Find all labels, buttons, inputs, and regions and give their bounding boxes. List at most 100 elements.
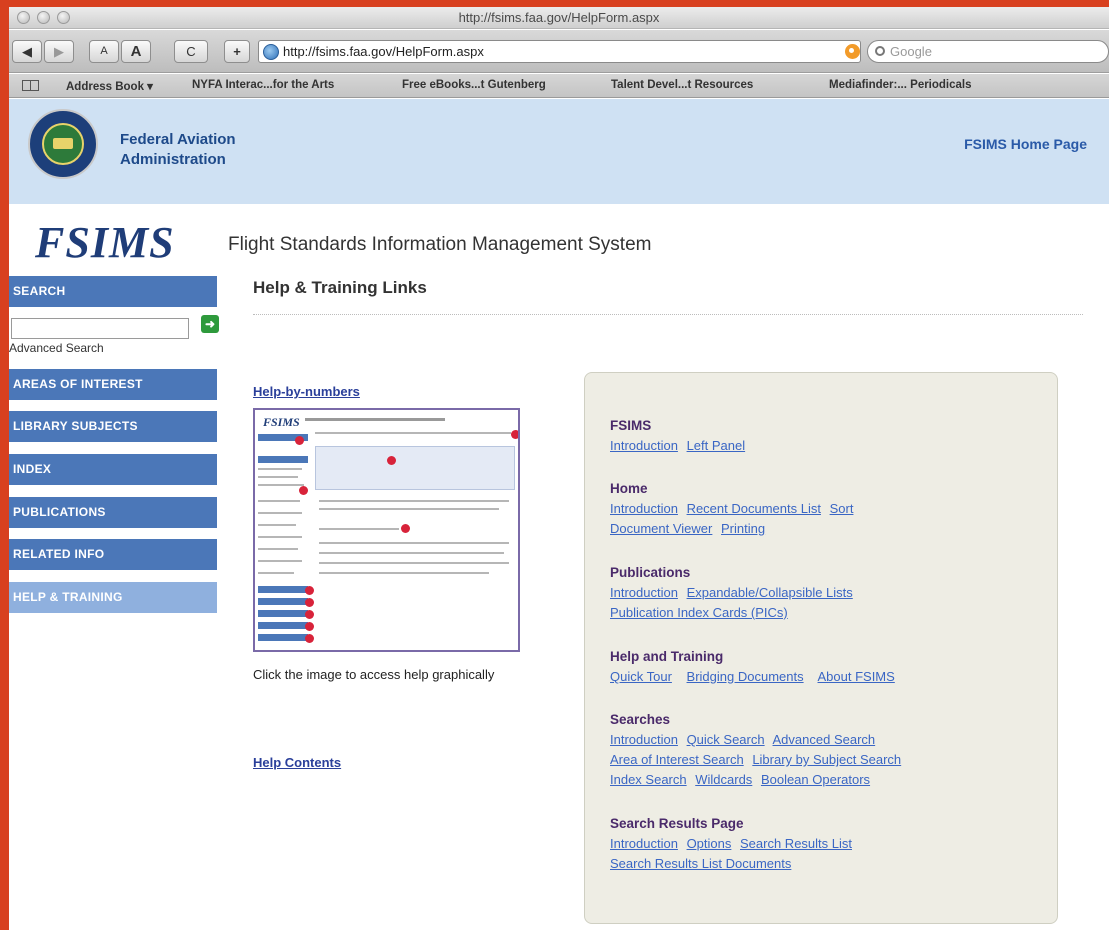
link-row: Area of Interest Search Library by Subje… — [610, 752, 906, 767]
link-row: Quick Tour Bridging Documents About FSIM… — [610, 669, 900, 684]
url-text: http://fsims.faa.gov/HelpForm.aspx — [283, 44, 484, 59]
link-document-viewer[interactable]: Document Viewer — [610, 521, 712, 536]
back-button[interactable]: ◀ — [12, 40, 42, 63]
search-placeholder: Google — [890, 44, 932, 59]
help-links-panel: FSIMS Introduction Left Panel Home Intro… — [584, 372, 1058, 924]
link-about-fsims[interactable]: About FSIMS — [818, 669, 895, 684]
site-title: Flight Standards Information Management … — [228, 234, 652, 255]
link-results-introduction[interactable]: Introduction — [610, 836, 678, 851]
link-index-search[interactable]: Index Search — [610, 772, 687, 787]
link-row: Search Results List Documents — [610, 856, 796, 871]
bookmark-mediafinder[interactable]: Mediafinder:... Periodicals — [829, 79, 972, 91]
link-sort[interactable]: Sort — [830, 501, 854, 516]
link-search-results-list-documents[interactable]: Search Results List Documents — [610, 856, 791, 871]
link-search-results-list[interactable]: Search Results List — [740, 836, 852, 851]
callout-marker — [387, 456, 396, 465]
link-printing[interactable]: Printing — [721, 521, 765, 536]
forward-button[interactable]: ▶ — [44, 40, 74, 63]
sidebar-item-index[interactable]: INDEX — [9, 454, 217, 485]
link-advanced-search[interactable]: Advanced Search — [773, 732, 876, 747]
help-by-numbers-link[interactable]: Help-by-numbers — [253, 384, 360, 399]
sidebar-item-library-subjects[interactable]: LIBRARY SUBJECTS — [9, 411, 217, 442]
link-expandable-collapsible-lists[interactable]: Expandable/Collapsible Lists — [687, 585, 853, 600]
fsims-home-link[interactable]: FSIMS Home Page — [964, 136, 1087, 152]
link-publications-introduction[interactable]: Introduction — [610, 585, 678, 600]
help-contents-link[interactable]: Help Contents — [253, 755, 341, 770]
link-quick-search[interactable]: Quick Search — [687, 732, 765, 747]
callout-marker — [305, 586, 314, 595]
callout-marker — [305, 622, 314, 631]
agency-name: Federal Aviation Administration — [120, 131, 236, 168]
section-title-help-and-training: Help and Training — [610, 649, 724, 664]
text-larger-button[interactable]: A — [121, 40, 151, 63]
link-row: Introduction Expandable/Collapsible List… — [610, 585, 858, 600]
link-row: Introduction Recent Documents List Sort — [610, 501, 858, 516]
callout-marker — [305, 598, 314, 607]
search-icon — [875, 46, 885, 56]
bookmark-free-ebooks[interactable]: Free eBooks...t Gutenberg — [402, 79, 546, 91]
search-field[interactable]: Google — [867, 40, 1109, 63]
callout-marker — [305, 610, 314, 619]
window-frame-top — [0, 0, 1109, 7]
thumbnail-logo: FSIMS — [263, 415, 300, 429]
link-bridging-documents[interactable]: Bridging Documents — [687, 669, 804, 684]
link-library-by-subject-search[interactable]: Library by Subject Search — [752, 752, 901, 767]
link-quick-tour[interactable]: Quick Tour — [610, 669, 672, 684]
window-frame-left — [0, 0, 9, 930]
callout-marker — [295, 436, 304, 445]
link-home-introduction[interactable]: Introduction — [610, 501, 678, 516]
link-row: Introduction Quick Search Advanced Searc… — [610, 732, 880, 747]
link-left-panel[interactable]: Left Panel — [687, 438, 746, 453]
search-header: SEARCH — [9, 276, 217, 307]
bookmark-address-book[interactable]: Address Book ▾ — [66, 79, 153, 93]
link-boolean-operators[interactable]: Boolean Operators — [761, 772, 870, 787]
help-by-numbers-thumbnail[interactable]: FSIMS — [253, 408, 520, 652]
page-body: FSIMS Flight Standards Information Manag… — [9, 204, 1109, 930]
book-icon[interactable] — [22, 80, 39, 91]
callout-marker — [305, 634, 314, 643]
link-options[interactable]: Options — [687, 836, 732, 851]
link-row: Index Search Wildcards Boolean Operators — [610, 772, 875, 787]
agency-header: Federal Aviation Administration FSIMS Ho… — [9, 99, 1109, 204]
sidebar-item-publications[interactable]: PUBLICATIONS — [9, 497, 217, 528]
rss-icon[interactable] — [845, 44, 860, 59]
callout-marker — [299, 486, 308, 495]
sidebar-item-areas-of-interest[interactable]: AREAS OF INTEREST — [9, 369, 217, 400]
bookmark-nyfa[interactable]: NYFA Interac...for the Arts — [192, 79, 334, 91]
title-bar: http://fsims.faa.gov/HelpForm.aspx — [9, 7, 1109, 29]
thumbnail-caption: Click the image to access help graphical… — [253, 667, 495, 682]
sidebar-item-related-info[interactable]: RELATED INFO — [9, 539, 217, 570]
section-title-fsims: FSIMS — [610, 418, 652, 433]
link-publication-index-cards[interactable]: Publication Index Cards (PICs) — [610, 605, 788, 620]
callout-marker — [401, 524, 410, 533]
link-row: Introduction Left Panel — [610, 438, 750, 453]
bookmarks-bar: Address Book ▾ NYFA Interac...for the Ar… — [9, 74, 1109, 98]
link-row: Document Viewer Printing — [610, 521, 770, 536]
page-title: Help & Training Links — [253, 278, 427, 297]
search-go-button[interactable]: ➜ — [201, 315, 219, 333]
link-fsims-introduction[interactable]: Introduction — [610, 438, 678, 453]
link-recent-documents-list[interactable]: Recent Documents List — [687, 501, 821, 516]
section-title-search-results-page: Search Results Page — [610, 816, 744, 831]
text-smaller-button[interactable]: A — [89, 40, 119, 63]
link-searches-introduction[interactable]: Introduction — [610, 732, 678, 747]
section-title-publications: Publications — [610, 565, 691, 580]
link-wildcards[interactable]: Wildcards — [695, 772, 752, 787]
faa-seal-logo[interactable] — [28, 109, 98, 179]
reload-button[interactable]: C — [174, 40, 208, 63]
address-bar[interactable]: http://fsims.faa.gov/HelpForm.aspx — [258, 40, 861, 63]
bookmark-talent-devel[interactable]: Talent Devel...t Resources — [611, 79, 753, 91]
link-row: Introduction Options Search Results List — [610, 836, 857, 851]
add-bookmark-button[interactable]: + — [224, 40, 250, 63]
link-area-of-interest-search[interactable]: Area of Interest Search — [610, 752, 744, 767]
section-title-searches: Searches — [610, 712, 671, 727]
globe-icon — [263, 44, 279, 60]
link-row: Publication Index Cards (PICs) — [610, 605, 793, 620]
fsims-logo[interactable]: FSIMS — [35, 217, 175, 268]
callout-marker — [511, 430, 518, 439]
divider — [253, 314, 1083, 315]
section-title-home: Home — [610, 481, 648, 496]
advanced-search-link[interactable]: Advanced Search — [9, 341, 104, 355]
sidebar-item-help-training[interactable]: HELP & TRAINING — [9, 582, 217, 613]
search-input[interactable] — [11, 318, 189, 339]
